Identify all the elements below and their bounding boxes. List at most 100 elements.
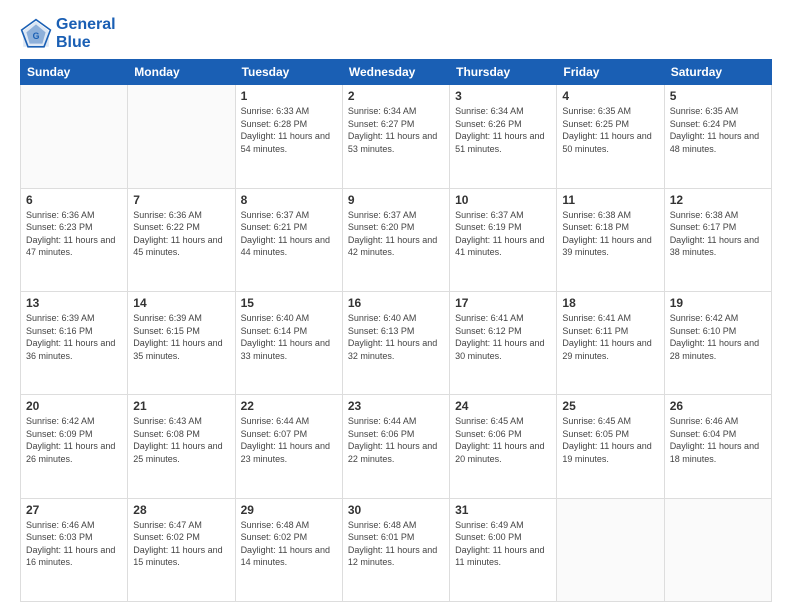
table-row: 3 Sunrise: 6:34 AM Sunset: 6:26 PM Daylig… — [450, 85, 557, 188]
day-info: Sunrise: 6:47 AM Sunset: 6:02 PM Dayligh… — [133, 519, 229, 569]
table-row: 12 Sunrise: 6:38 AM Sunset: 6:17 PM Dayli… — [664, 188, 771, 291]
day-info: Sunrise: 6:37 AM Sunset: 6:21 PM Dayligh… — [241, 209, 337, 259]
day-info: Sunrise: 6:38 AM Sunset: 6:18 PM Dayligh… — [562, 209, 658, 259]
table-row: 16Sunrise: 6:40 AM Sunset: 6:13 PM Dayli… — [342, 291, 449, 394]
day-number: 12 — [670, 193, 766, 207]
day-number: 15 — [241, 296, 337, 310]
col-wednesday: Wednesday — [342, 60, 449, 85]
table-row — [557, 498, 664, 601]
table-row: 17 Sunrise: 6:41 AM Sunset: 6:12 PM Dayli… — [450, 291, 557, 394]
day-info: Sunrise: 6:48 AM Sunset: 6:02 PM Dayligh… — [241, 519, 337, 569]
day-info: Sunrise: 6:42 AM Sunset: 6:10 PM Dayligh… — [670, 312, 766, 362]
table-row: 29 Sunrise: 6:48 AM Sunset: 6:02 PM Dayli… — [235, 498, 342, 601]
col-thursday: Thursday — [450, 60, 557, 85]
logo-icon: G — [20, 18, 52, 50]
day-number: 4 — [562, 89, 658, 103]
table-row: 9 Sunrise: 6:37 AM Sunset: 6:20 PM Daylig… — [342, 188, 449, 291]
day-info: Sunrise: 6:39 AM Sunset: 6:16 PM Dayligh… — [26, 312, 122, 362]
day-info: Sunrise: 6:41 AM Sunset: 6:11 PM Dayligh… — [562, 312, 658, 362]
table-row: 22 Sunrise: 6:44 AM Sunset: 6:07 PM Dayli… — [235, 395, 342, 498]
day-number: 24 — [455, 399, 551, 413]
day-info: Sunrise: 6:45 AM Sunset: 6:06 PM Dayligh… — [455, 415, 551, 465]
day-number: 27 — [26, 503, 122, 517]
table-row: 24 Sunrise: 6:45 AM Sunset: 6:06 PM Dayli… — [450, 395, 557, 498]
day-number: 1 — [241, 89, 337, 103]
table-row — [664, 498, 771, 601]
day-info: Sunrise: 6:35 AM Sunset: 6:25 PM Dayligh… — [562, 105, 658, 155]
day-number: 5 — [670, 89, 766, 103]
day-info: Sunrise: 6:37 AM Sunset: 6:19 PM Dayligh… — [455, 209, 551, 259]
day-number: 10 — [455, 193, 551, 207]
calendar-week-row: 13Sunrise: 6:39 AM Sunset: 6:16 PM Dayli… — [21, 291, 772, 394]
table-row: 4 Sunrise: 6:35 AM Sunset: 6:25 PM Daylig… — [557, 85, 664, 188]
calendar-week-row: 27 Sunrise: 6:46 AM Sunset: 6:03 PM Dayli… — [21, 498, 772, 601]
day-number: 20 — [26, 399, 122, 413]
svg-text:G: G — [33, 30, 40, 40]
day-number: 2 — [348, 89, 444, 103]
table-row: 30Sunrise: 6:48 AM Sunset: 6:01 PM Dayli… — [342, 498, 449, 601]
table-row — [21, 85, 128, 188]
day-number: 26 — [670, 399, 766, 413]
day-number: 3 — [455, 89, 551, 103]
day-number: 19 — [670, 296, 766, 310]
day-number: 16 — [348, 296, 444, 310]
table-row: 10 Sunrise: 6:37 AM Sunset: 6:19 PM Dayli… — [450, 188, 557, 291]
day-info: Sunrise: 6:45 AM Sunset: 6:05 PM Dayligh… — [562, 415, 658, 465]
table-row: 1Sunrise: 6:33 AM Sunset: 6:28 PM Daylig… — [235, 85, 342, 188]
day-number: 28 — [133, 503, 229, 517]
logo-text: General Blue — [56, 16, 116, 51]
day-info: Sunrise: 6:36 AM Sunset: 6:23 PM Dayligh… — [26, 209, 122, 259]
day-info: Sunrise: 6:49 AM Sunset: 6:00 PM Dayligh… — [455, 519, 551, 569]
day-number: 25 — [562, 399, 658, 413]
col-tuesday: Tuesday — [235, 60, 342, 85]
day-info: Sunrise: 6:46 AM Sunset: 6:04 PM Dayligh… — [670, 415, 766, 465]
day-info: Sunrise: 6:41 AM Sunset: 6:12 PM Dayligh… — [455, 312, 551, 362]
table-row: 21Sunrise: 6:43 AM Sunset: 6:08 PM Dayli… — [128, 395, 235, 498]
day-info: Sunrise: 6:46 AM Sunset: 6:03 PM Dayligh… — [26, 519, 122, 569]
table-row: 2 Sunrise: 6:34 AM Sunset: 6:27 PM Daylig… — [342, 85, 449, 188]
table-row: 18 Sunrise: 6:41 AM Sunset: 6:11 PM Dayli… — [557, 291, 664, 394]
page: G General Blue Sunday Monday Tuesday Wed… — [0, 0, 792, 612]
calendar-week-row: 1Sunrise: 6:33 AM Sunset: 6:28 PM Daylig… — [21, 85, 772, 188]
day-number: 31 — [455, 503, 551, 517]
day-info: Sunrise: 6:39 AM Sunset: 6:15 PM Dayligh… — [133, 312, 229, 362]
day-info: Sunrise: 6:44 AM Sunset: 6:07 PM Dayligh… — [241, 415, 337, 465]
calendar-table: Sunday Monday Tuesday Wednesday Thursday… — [20, 59, 772, 602]
table-row: 13Sunrise: 6:39 AM Sunset: 6:16 PM Dayli… — [21, 291, 128, 394]
calendar-week-row: 20 Sunrise: 6:42 AM Sunset: 6:09 PM Dayli… — [21, 395, 772, 498]
day-info: Sunrise: 6:38 AM Sunset: 6:17 PM Dayligh… — [670, 209, 766, 259]
day-info: Sunrise: 6:34 AM Sunset: 6:27 PM Dayligh… — [348, 105, 444, 155]
table-row: 19 Sunrise: 6:42 AM Sunset: 6:10 PM Dayli… — [664, 291, 771, 394]
table-row: 27 Sunrise: 6:46 AM Sunset: 6:03 PM Dayli… — [21, 498, 128, 601]
table-row: 28 Sunrise: 6:47 AM Sunset: 6:02 PM Dayli… — [128, 498, 235, 601]
table-row: 14Sunrise: 6:39 AM Sunset: 6:15 PM Dayli… — [128, 291, 235, 394]
day-info: Sunrise: 6:37 AM Sunset: 6:20 PM Dayligh… — [348, 209, 444, 259]
day-info: Sunrise: 6:34 AM Sunset: 6:26 PM Dayligh… — [455, 105, 551, 155]
table-row: 6 Sunrise: 6:36 AM Sunset: 6:23 PM Daylig… — [21, 188, 128, 291]
day-number: 29 — [241, 503, 337, 517]
day-info: Sunrise: 6:43 AM Sunset: 6:08 PM Dayligh… — [133, 415, 229, 465]
table-row: 15Sunrise: 6:40 AM Sunset: 6:14 PM Dayli… — [235, 291, 342, 394]
day-number: 17 — [455, 296, 551, 310]
calendar-week-row: 6 Sunrise: 6:36 AM Sunset: 6:23 PM Daylig… — [21, 188, 772, 291]
table-row: 25 Sunrise: 6:45 AM Sunset: 6:05 PM Dayli… — [557, 395, 664, 498]
day-number: 7 — [133, 193, 229, 207]
table-row: 5Sunrise: 6:35 AM Sunset: 6:24 PM Daylig… — [664, 85, 771, 188]
day-number: 18 — [562, 296, 658, 310]
table-row: 8Sunrise: 6:37 AM Sunset: 6:21 PM Daylig… — [235, 188, 342, 291]
day-number: 6 — [26, 193, 122, 207]
col-sunday: Sunday — [21, 60, 128, 85]
day-number: 9 — [348, 193, 444, 207]
table-row: 31 Sunrise: 6:49 AM Sunset: 6:00 PM Dayli… — [450, 498, 557, 601]
day-info: Sunrise: 6:42 AM Sunset: 6:09 PM Dayligh… — [26, 415, 122, 465]
day-number: 22 — [241, 399, 337, 413]
col-friday: Friday — [557, 60, 664, 85]
day-info: Sunrise: 6:36 AM Sunset: 6:22 PM Dayligh… — [133, 209, 229, 259]
day-info: Sunrise: 6:48 AM Sunset: 6:01 PM Dayligh… — [348, 519, 444, 569]
day-number: 11 — [562, 193, 658, 207]
table-row: 7 Sunrise: 6:36 AM Sunset: 6:22 PM Daylig… — [128, 188, 235, 291]
col-monday: Monday — [128, 60, 235, 85]
table-row: 26 Sunrise: 6:46 AM Sunset: 6:04 PM Dayli… — [664, 395, 771, 498]
table-row — [128, 85, 235, 188]
col-saturday: Saturday — [664, 60, 771, 85]
